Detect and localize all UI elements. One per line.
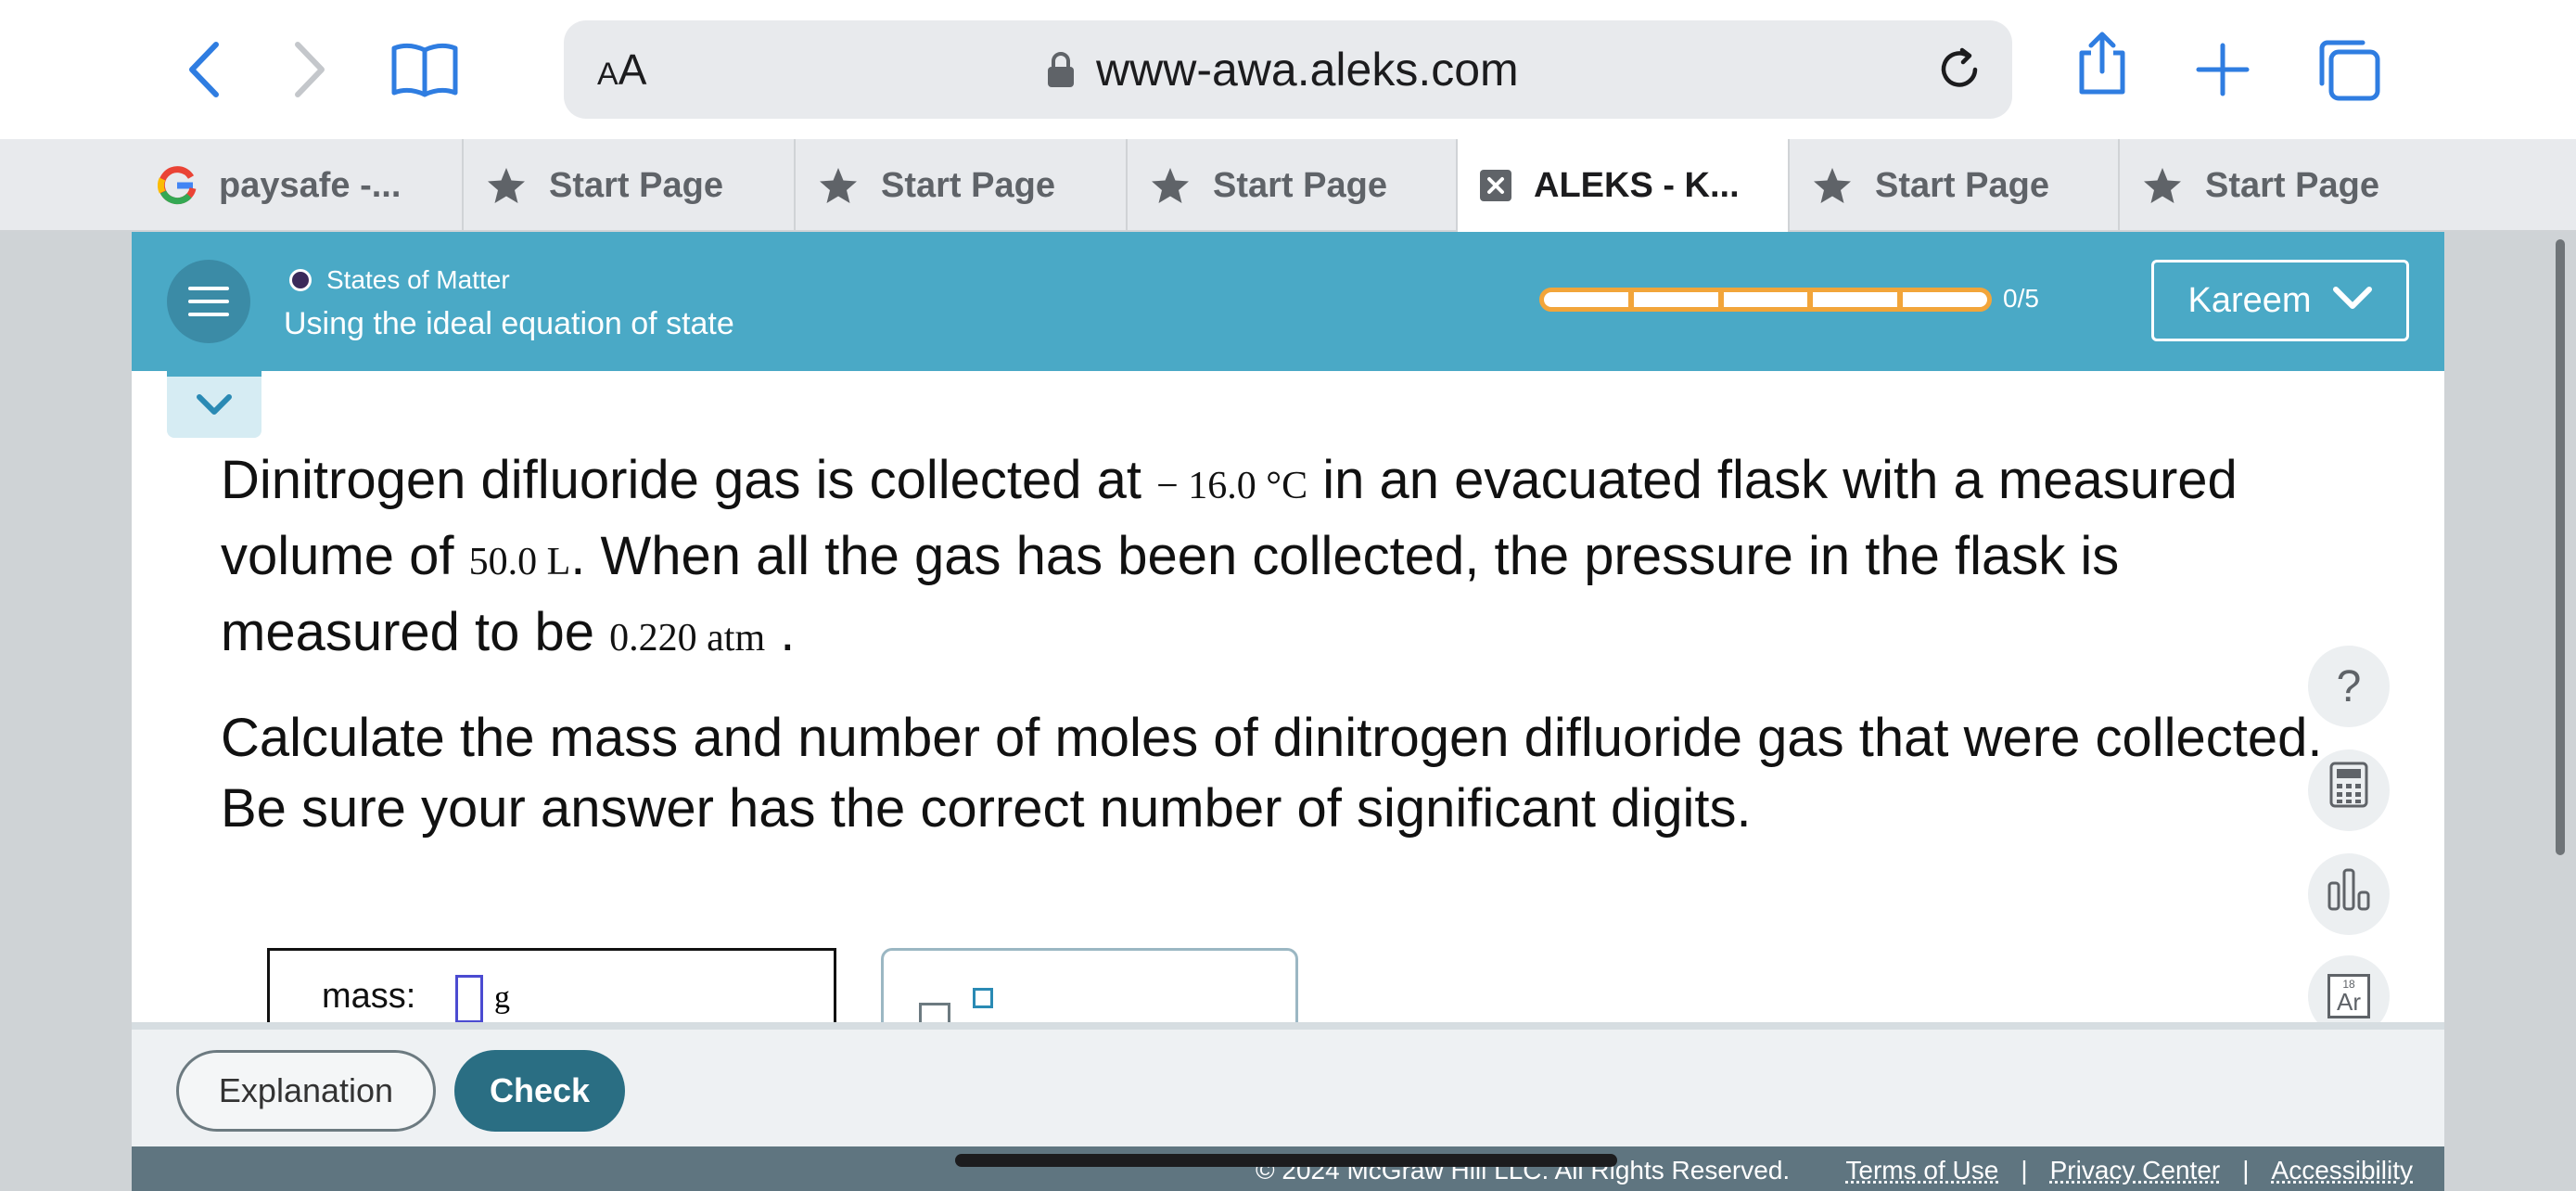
- question-text: Dinitrogen difluoride gas is collected a…: [221, 445, 2353, 874]
- subtopic-title: Using the ideal equation of state: [284, 306, 734, 341]
- back-icon[interactable]: [172, 37, 237, 102]
- chevron-down-icon: [2332, 281, 2373, 321]
- explanation-button[interactable]: Explanation: [176, 1050, 436, 1132]
- close-icon[interactable]: [1480, 170, 1511, 201]
- address-bar[interactable]: AA www-awa.aleks.com: [564, 20, 2012, 119]
- home-indicator[interactable]: [955, 1154, 1617, 1167]
- progress-segment: [1724, 292, 1814, 307]
- tab-start-page[interactable]: Start Page: [1790, 139, 2120, 232]
- progress-bar: [1539, 288, 1992, 312]
- reader-aa-button[interactable]: AA: [597, 45, 646, 95]
- tab-label: Start Page: [1213, 165, 1387, 205]
- star-icon: [1812, 166, 1853, 205]
- user-name: Kareem: [2187, 280, 2312, 320]
- data-chart-button[interactable]: [2308, 853, 2390, 935]
- accessibility-link[interactable]: Accessibility: [2272, 1156, 2413, 1185]
- menu-icon[interactable]: [167, 260, 250, 343]
- tab-label: Start Page: [1875, 165, 2049, 205]
- bar-chart-icon: [2326, 866, 2372, 922]
- star-icon: [818, 166, 859, 205]
- topic-header: States of Matter Using the ideal equatio…: [132, 232, 2444, 371]
- tabs-overview-icon[interactable]: [2316, 37, 2381, 102]
- lock-icon: [1046, 50, 1076, 94]
- topic-label: States of Matter: [289, 265, 510, 295]
- new-tab-plus-icon[interactable]: [2190, 37, 2255, 102]
- pressure-value: 0.220 atm: [609, 617, 766, 660]
- mass-label: mass:: [322, 977, 416, 1016]
- mass-input[interactable]: [455, 975, 483, 1023]
- volume-value: 50.0 L: [468, 541, 571, 583]
- calculator-button[interactable]: [2308, 749, 2390, 831]
- reload-icon[interactable]: [1934, 45, 1984, 99]
- collapse-toggle[interactable]: [167, 371, 261, 438]
- element-symbol: Ar: [2337, 988, 2361, 1016]
- tab-label: ALEKS - K...: [1534, 165, 1740, 205]
- aleks-page: States of Matter Using the ideal equatio…: [132, 232, 2444, 1191]
- tab-label: Start Page: [2205, 165, 2379, 205]
- privacy-link[interactable]: Privacy Center: [2050, 1156, 2221, 1185]
- star-icon: [1150, 166, 1191, 205]
- chevron-down-icon: [196, 393, 233, 422]
- page-scrollbar[interactable]: [2556, 239, 2565, 855]
- tab-label: Start Page: [881, 165, 1055, 205]
- help-icon: ?: [2336, 661, 2362, 711]
- temperature-value: − 16.0 °C: [1156, 465, 1308, 507]
- periodic-table-icon: 18 Ar: [2327, 974, 2370, 1018]
- calculator-icon: [2329, 762, 2368, 819]
- tab-start-page[interactable]: Start Page: [796, 139, 1128, 232]
- question-paragraph-2: Calculate the mass and number of moles o…: [221, 708, 2323, 839]
- progress-count: 0/5: [2003, 284, 2039, 313]
- tab-label: paysafe -...: [219, 165, 402, 205]
- tab-paysafe[interactable]: paysafe -...: [135, 139, 464, 232]
- tab-aleks-active[interactable]: ALEKS - K...: [1458, 139, 1790, 232]
- footer-separator: |: [2021, 1156, 2028, 1185]
- bookmarks-book-icon[interactable]: [389, 37, 460, 102]
- star-icon: [2142, 166, 2183, 205]
- star-icon: [486, 166, 527, 205]
- browser-toolbar: AA www-awa.aleks.com: [0, 0, 2576, 139]
- progress-segment: [1813, 292, 1904, 307]
- tab-start-page[interactable]: Start Page: [2120, 139, 2576, 232]
- tab-label: Start Page: [549, 165, 723, 205]
- progress-segment: [1544, 292, 1634, 307]
- question-paragraph-1: Dinitrogen difluoride gas is collected a…: [221, 450, 2238, 662]
- tab-bar: paysafe -... Start Page Start Page Start…: [0, 139, 2576, 232]
- forward-icon[interactable]: [276, 37, 341, 102]
- footer-links: Terms of Use | Privacy Center | Accessib…: [1845, 1156, 2413, 1185]
- check-button[interactable]: Check: [454, 1050, 625, 1132]
- topic-name: States of Matter: [326, 265, 510, 294]
- progress-segment: [1903, 292, 1987, 307]
- url-text[interactable]: www-awa.aleks.com: [1096, 43, 1519, 96]
- terms-link[interactable]: Terms of Use: [1845, 1156, 1998, 1185]
- help-button[interactable]: ?: [2308, 646, 2390, 727]
- footer-separator: |: [2242, 1156, 2250, 1185]
- exponent-box-icon: [973, 988, 993, 1008]
- topic-status-dot: [289, 269, 312, 291]
- tab-start-page[interactable]: Start Page: [1128, 139, 1458, 232]
- user-menu-button[interactable]: Kareem: [2151, 260, 2409, 341]
- progress-segment: [1634, 292, 1724, 307]
- action-bar: Explanation Check: [132, 1022, 2444, 1146]
- mass-unit: g: [494, 980, 510, 1015]
- google-icon: [158, 166, 197, 205]
- share-icon[interactable]: [2070, 32, 2135, 96]
- tab-start-page[interactable]: Start Page: [464, 139, 796, 232]
